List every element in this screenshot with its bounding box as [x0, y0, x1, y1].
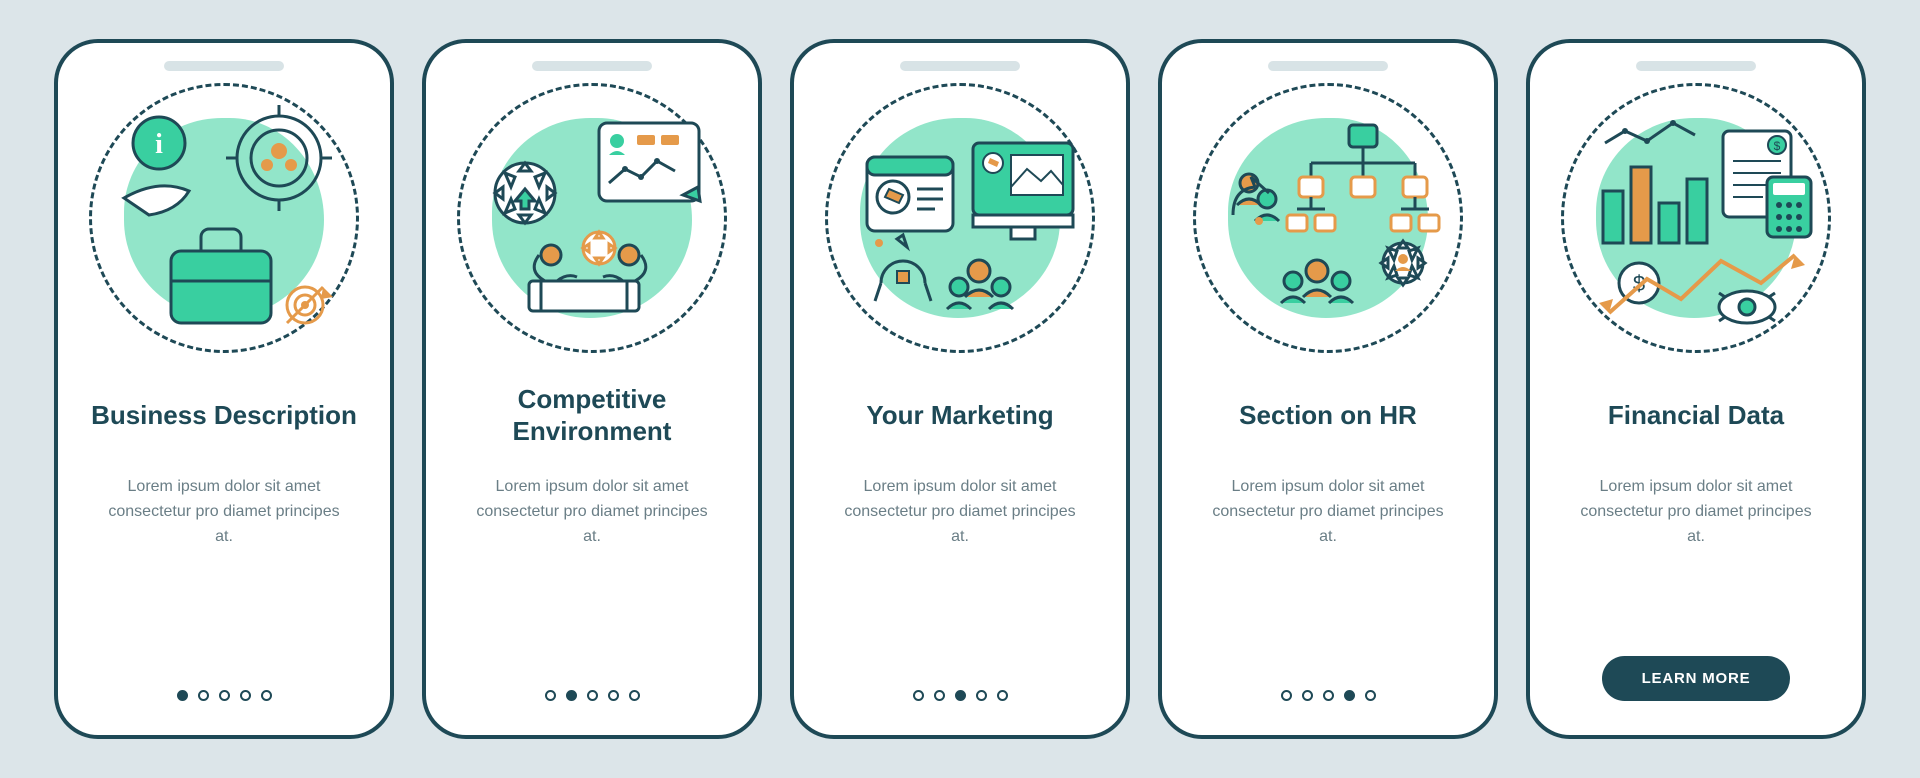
pagination-dot-3[interactable]: [608, 690, 619, 701]
pagination-dot-1[interactable]: [934, 690, 945, 701]
pagination-dot-4[interactable]: [1365, 690, 1376, 701]
screen-title: Section on HR: [1231, 381, 1425, 449]
illustration-hr: [1193, 83, 1463, 353]
onboarding-screen-4: $ $ Financial Data Lorem ipsum dolor sit…: [1526, 39, 1866, 739]
pagination-dot-2[interactable]: [587, 690, 598, 701]
phone-notch: [900, 61, 1020, 71]
pagination-dot-1[interactable]: [1302, 690, 1313, 701]
pagination-dots: [177, 690, 272, 701]
onboarding-screen-1: Competitive Environment Lorem ipsum dolo…: [422, 39, 762, 739]
screen-description: Lorem ipsum dolor sit amet consectetur p…: [448, 475, 736, 549]
pagination-dot-1[interactable]: [566, 690, 577, 701]
pagination-dot-0[interactable]: [913, 690, 924, 701]
illustration-financial: $ $: [1561, 83, 1831, 353]
onboarding-row: i Business Description Lorem ipsum dolor…: [54, 39, 1866, 739]
screen-description: Lorem ipsum dolor sit amet consectetur p…: [816, 475, 1104, 549]
screen-title: Your Marketing: [858, 381, 1061, 449]
screen-title: Financial Data: [1600, 381, 1792, 449]
pagination-dots: [913, 690, 1008, 701]
phone-notch: [1268, 61, 1388, 71]
illustration-marketing: [825, 83, 1095, 353]
pagination-dot-0[interactable]: [545, 690, 556, 701]
pagination-dot-2[interactable]: [1323, 690, 1334, 701]
screen-title: Business Description: [83, 381, 365, 449]
pagination-dot-2[interactable]: [955, 690, 966, 701]
screen-description: Lorem ipsum dolor sit amet consectetur p…: [1552, 475, 1840, 549]
onboarding-screen-0: i Business Description Lorem ipsum dolor…: [54, 39, 394, 739]
pagination-dots: [545, 690, 640, 701]
illustration-business: i: [89, 83, 359, 353]
pagination-dot-4[interactable]: [997, 690, 1008, 701]
onboarding-screen-3: Section on HR Lorem ipsum dolor sit amet…: [1158, 39, 1498, 739]
phone-notch: [532, 61, 652, 71]
illustration-competitive: [457, 83, 727, 353]
learn-more-button[interactable]: LEARN MORE: [1602, 656, 1791, 701]
screen-title: Competitive Environment: [448, 381, 736, 449]
screen-description: Lorem ipsum dolor sit amet consectetur p…: [80, 475, 368, 549]
pagination-dot-0[interactable]: [1281, 690, 1292, 701]
svg-text:i: i: [155, 129, 163, 160]
onboarding-screen-2: Your Marketing Lorem ipsum dolor sit ame…: [790, 39, 1130, 739]
pagination-dot-3[interactable]: [240, 690, 251, 701]
pagination-dot-4[interactable]: [261, 690, 272, 701]
pagination-dot-2[interactable]: [219, 690, 230, 701]
pagination-dot-3[interactable]: [976, 690, 987, 701]
pagination-dots: [1281, 690, 1376, 701]
pagination-dot-3[interactable]: [1344, 690, 1355, 701]
screen-description: Lorem ipsum dolor sit amet consectetur p…: [1184, 475, 1472, 549]
pagination-dot-4[interactable]: [629, 690, 640, 701]
svg-text:$: $: [1774, 139, 1781, 153]
pagination-dot-1[interactable]: [198, 690, 209, 701]
pagination-dot-0[interactable]: [177, 690, 188, 701]
phone-notch: [164, 61, 284, 71]
phone-notch: [1636, 61, 1756, 71]
